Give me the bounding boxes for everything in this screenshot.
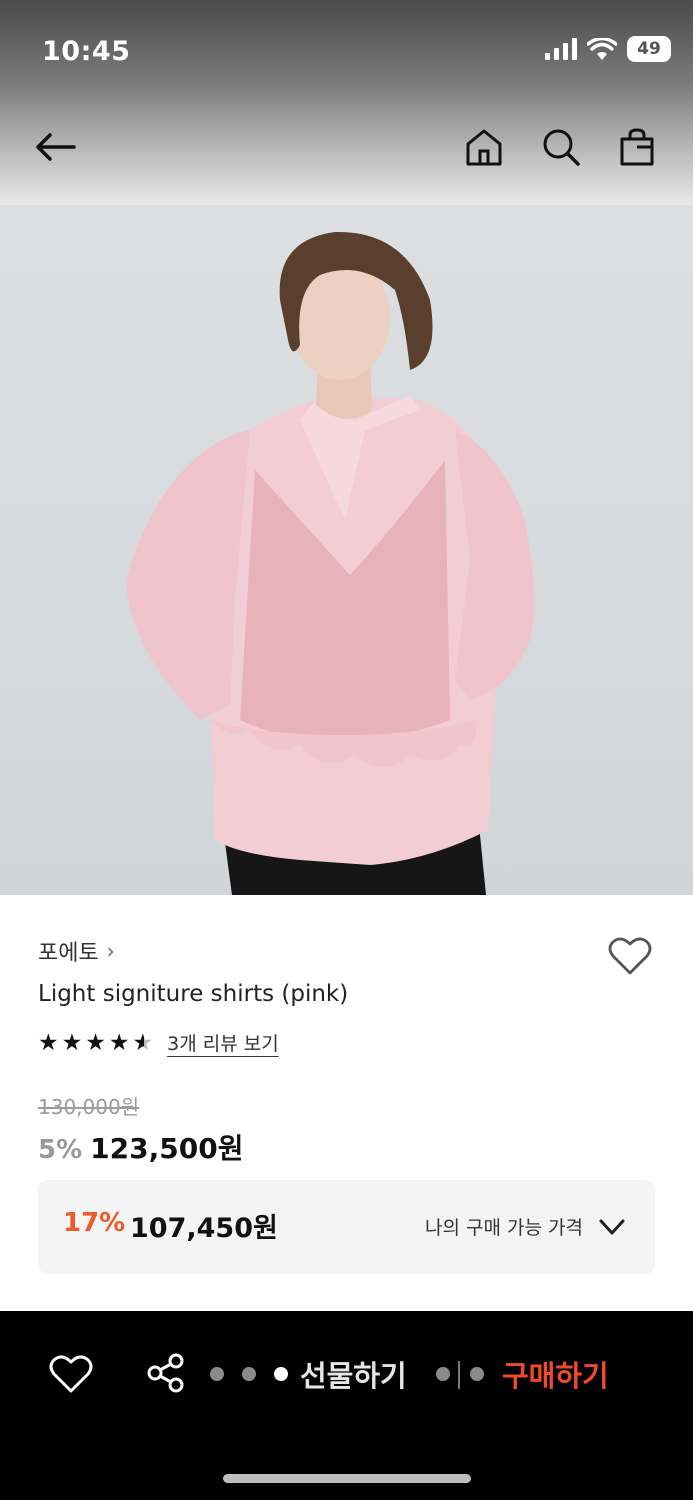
star-icon: ★	[61, 1029, 83, 1056]
back-button[interactable]	[26, 118, 84, 176]
product-info: 포에토 › Light signiture shirts (pink) ★ ★ …	[0, 895, 693, 1311]
star-icon: ★	[85, 1029, 106, 1056]
bottom-action-bar: 선물하기 구매하기	[0, 1311, 693, 1500]
chevron-down-icon[interactable]	[597, 1213, 627, 1241]
loading-dots	[436, 1367, 450, 1381]
share-icon[interactable]	[146, 1353, 186, 1393]
my-price-label: 나의 구매 가능 가격	[425, 1217, 583, 1239]
my-price-panel[interactable]: 17% 107,450원 나의 구매 가능 가격	[38, 1180, 655, 1274]
loading-dots	[470, 1367, 484, 1381]
chevron-right-icon: ›	[106, 939, 115, 963]
my-price-percent: 17%	[63, 1208, 126, 1238]
cart-button[interactable]	[608, 118, 666, 176]
rating-row: ★ ★ ★ ★ ★ 3개 리뷰 보기	[38, 1029, 279, 1056]
star-rating: ★ ★ ★ ★ ★	[38, 1030, 153, 1056]
price-row: 5% 123,500원	[38, 1127, 243, 1167]
star-icon: ★	[108, 1029, 130, 1056]
heart-icon[interactable]	[48, 1353, 94, 1395]
wifi-icon	[587, 38, 617, 60]
status-icons: 49	[545, 36, 671, 62]
review-link[interactable]: 3개 리뷰 보기	[167, 1029, 279, 1056]
battery-indicator: 49	[627, 36, 671, 62]
shopping-bag-icon	[620, 128, 654, 166]
home-button[interactable]	[455, 118, 513, 176]
dot	[210, 1367, 224, 1381]
search-button[interactable]	[532, 118, 590, 176]
status-time: 10:45	[42, 36, 131, 67]
loading-dots	[210, 1367, 288, 1381]
original-price: 130,000원	[38, 1095, 140, 1119]
sale-price: 123,500원	[90, 1132, 244, 1165]
dot	[470, 1367, 484, 1381]
search-icon	[543, 129, 580, 166]
home-icon	[466, 129, 502, 166]
button-divider	[458, 1361, 460, 1389]
wishlist-heart-icon[interactable]	[607, 933, 653, 979]
my-price-amount: 107,450원	[130, 1213, 278, 1244]
dot	[274, 1367, 288, 1381]
buy-button[interactable]: 구매하기	[502, 1353, 609, 1395]
discount-rate: 5%	[38, 1135, 83, 1165]
brand-name: 포에토	[38, 941, 99, 966]
half-star-icon: ★	[132, 1029, 154, 1056]
dot	[242, 1367, 256, 1381]
brand-link[interactable]: 포에토 ›	[38, 935, 115, 967]
home-indicator	[223, 1474, 471, 1483]
back-arrow-icon	[36, 133, 76, 161]
signal-icon	[545, 38, 577, 60]
product-title: Light signiture shirts (pink)	[38, 981, 349, 1007]
dot	[436, 1367, 450, 1381]
star-icon: ★	[38, 1029, 59, 1056]
gift-button[interactable]: 선물하기	[300, 1353, 407, 1395]
